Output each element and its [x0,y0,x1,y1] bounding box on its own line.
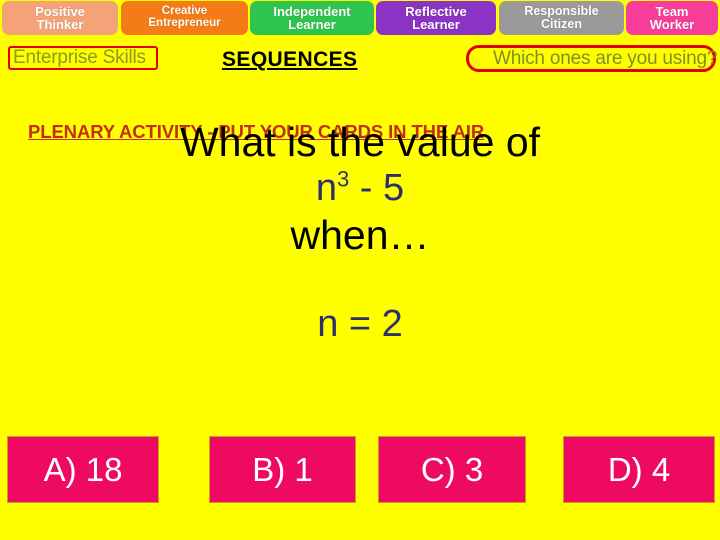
skills-banner: Positive Thinker Creative Entrepreneur I… [0,0,720,37]
question-line-1: What is the value of [179,119,541,165]
skill-tab-team-worker[interactable]: Team Worker [626,1,718,35]
enterprise-skills-label: Enterprise Skills [13,47,146,68]
which-ones-prompt: Which ones are you using? [493,48,718,69]
skill-tab-line2: Worker [649,17,695,32]
skill-tab-independent-learner[interactable]: Independent Learner [250,1,374,35]
skill-tab-text: Creative Entrepreneur [148,5,221,29]
topic-title: SEQUENCES [222,48,358,71]
expression-exponent: 3 [336,166,350,192]
question-line-3: when… [290,212,430,259]
answer-option-c[interactable]: C) 3 [378,436,526,503]
skill-tab-line2: Learner [412,17,460,32]
answer-option-c-label: C) 3 [420,450,484,488]
question-block: What is the value of n3 - 5 when… [0,118,720,260]
skill-tab-line2: Thinker [36,17,84,32]
skill-tab-responsible-citizen[interactable]: Responsible Citizen [499,1,624,35]
answer-option-a[interactable]: A) 18 [7,436,159,503]
skill-tab-line2: Learner [288,17,336,32]
answer-option-b-label: B) 1 [252,450,313,488]
answer-option-d[interactable]: D) 4 [563,436,715,503]
info-band: Enterprise Skills SEQUENCES Which ones a… [0,37,720,142]
skill-tab-text: Reflective Learner [405,5,466,32]
question-expression: n3 - 5 [0,166,720,211]
skill-tab-line2: Citizen [541,17,582,31]
answer-option-d-label: D) 4 [607,450,671,488]
skill-tab-line1: Creative [161,5,208,18]
skill-tab-creative-entrepreneur[interactable]: Creative Entrepreneur [121,1,248,35]
skill-tab-text: Independent Learner [273,5,350,32]
skill-tab-reflective-learner[interactable]: Reflective Learner [376,1,496,35]
skill-tab-positive-thinker[interactable]: Positive Thinker [2,1,118,35]
skill-tab-text: Positive Thinker [35,5,85,32]
skill-tab-line2: Entrepreneur [148,17,221,29]
answer-option-a-label: A) 18 [43,450,123,488]
skill-tab-text: Responsible Citizen [524,5,598,31]
expression-base: n [315,167,337,210]
expression-tail: - 5 [349,167,405,210]
skill-tab-text: Team Worker [650,5,695,32]
answer-option-b[interactable]: B) 1 [209,436,356,503]
given-value: n = 2 [317,303,403,345]
